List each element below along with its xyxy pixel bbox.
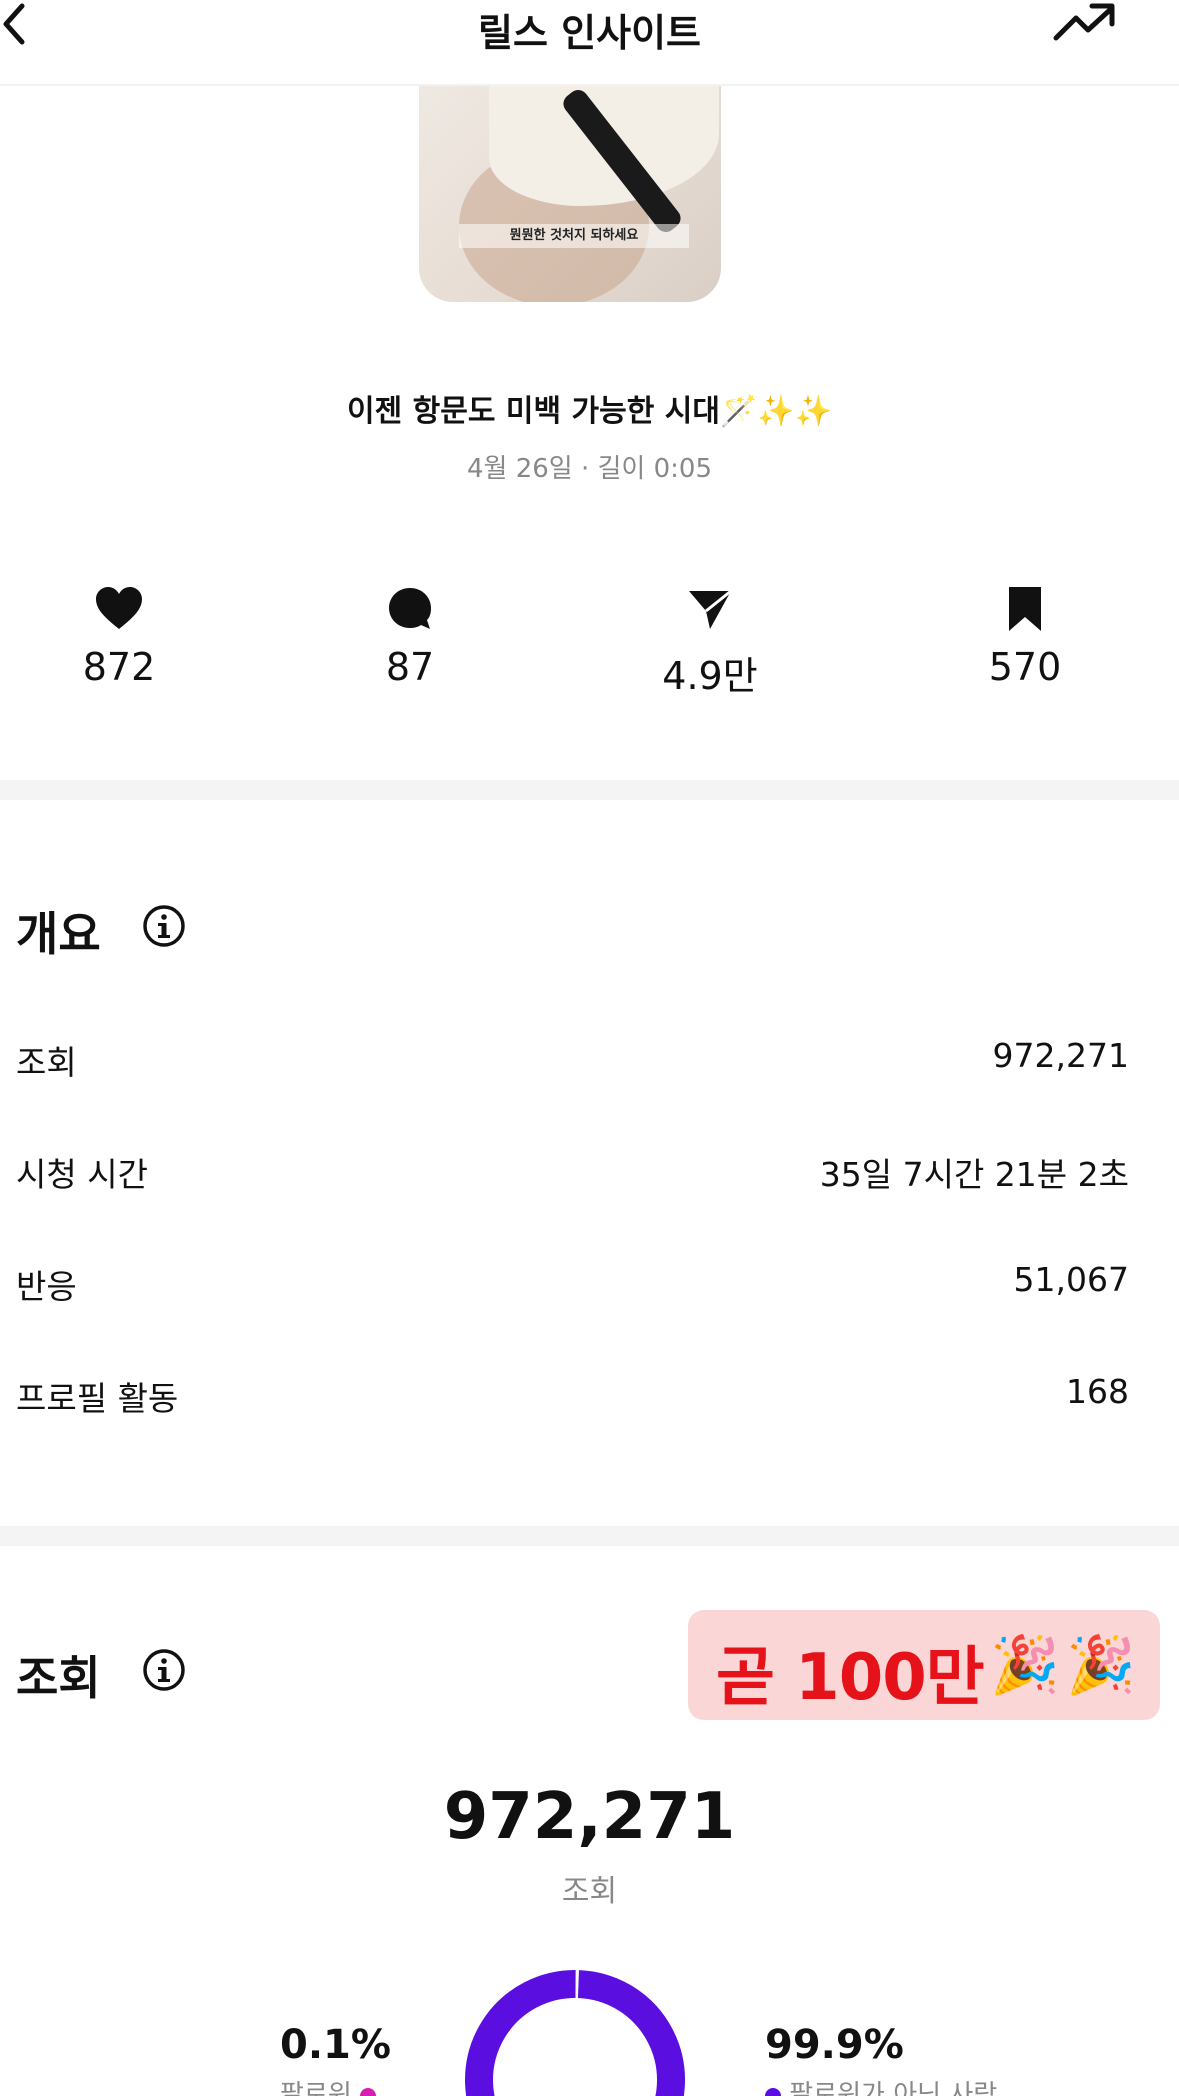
section-divider [0, 780, 1179, 800]
row-value: 51,067 [1013, 1260, 1129, 1299]
row-label: 반응 [16, 1267, 77, 1306]
milestone-sticker: 곧 100만 🎉 🎉 [688, 1610, 1160, 1720]
likes-count: 872 [82, 645, 156, 689]
row-label: 시청 시간 [16, 1155, 148, 1194]
comments-stat: 87 [310, 585, 510, 689]
sticker-text: 곧 100만 [716, 1641, 985, 1715]
info-icon[interactable] [142, 1648, 186, 1692]
followers-legend-label: 팔로워 [280, 2080, 352, 2096]
reel-meta: 4월 26일 · 길이 0:05 [466, 454, 712, 484]
party-popper-icon: 🎉 [1066, 1633, 1136, 1698]
top-bar: 릴스 인사이트 [0, 0, 1179, 86]
comments-count: 87 [385, 645, 435, 689]
thumbnail-caption: 뭔뭔한 것처지 되하세요 [459, 224, 689, 248]
saves-count: 570 [988, 645, 1062, 689]
row-label: 프로필 활동 [16, 1379, 179, 1418]
saves-stat: 570 [925, 585, 1125, 689]
follower-dot-icon [360, 2087, 377, 2096]
overview-row-reactions: 반응 51,067 [0, 1260, 1179, 1320]
row-value: 972,271 [992, 1036, 1129, 1075]
views-total-label: 조회 [561, 1874, 618, 1909]
shares-stat: 4.9만 [610, 585, 810, 700]
overview-row-profile-activity: 프로필 활동 168 [0, 1372, 1179, 1432]
views-title: 조회 [16, 1651, 101, 1705]
row-value: 35일 7시간 21분 2초 [819, 1155, 1129, 1194]
followers-legend: 팔로워 [280, 2074, 377, 2096]
reel-title: 이젠 항문도 미백 가능한 시대🪄✨✨ [346, 394, 833, 429]
non-followers-legend-label: 팔로워가 아닌 사람 [789, 2080, 998, 2096]
non-followers-percent: 99.9% [765, 2022, 904, 2068]
overview-row-watch-time: 시청 시간 35일 7시간 21분 2초 [0, 1148, 1179, 1208]
non-followers-legend: 팔로워가 아닌 사람 [765, 2074, 997, 2096]
views-total: 972,271 [443, 1780, 736, 1854]
trend-button[interactable] [1052, 0, 1118, 44]
row-value: 168 [1066, 1372, 1129, 1411]
row-label: 조회 [16, 1043, 77, 1082]
overview-title: 개요 [16, 907, 101, 961]
section-divider [0, 1526, 1179, 1546]
party-popper-icon: 🎉 [990, 1633, 1060, 1698]
views-donut-chart [465, 1970, 685, 2096]
overview-row-views: 조회 972,271 [0, 1036, 1179, 1096]
info-icon[interactable] [142, 904, 186, 948]
share-icon [689, 589, 732, 629]
bookmark-icon [1009, 587, 1041, 631]
comment-icon [389, 588, 431, 629]
page-title: 릴스 인사이트 [478, 11, 701, 55]
likes-stat: 872 [19, 585, 219, 689]
reel-thumbnail[interactable]: 뭔뭔한 것처지 되하세요 [419, 86, 721, 302]
non-followers-arc [465, 1970, 685, 2096]
shares-count: 4.9만 [662, 654, 758, 698]
non-follower-dot-icon [765, 2087, 781, 2096]
heart-icon [96, 587, 142, 629]
followers-percent: 0.1% [280, 2022, 391, 2068]
trending-up-icon [1053, 3, 1115, 41]
